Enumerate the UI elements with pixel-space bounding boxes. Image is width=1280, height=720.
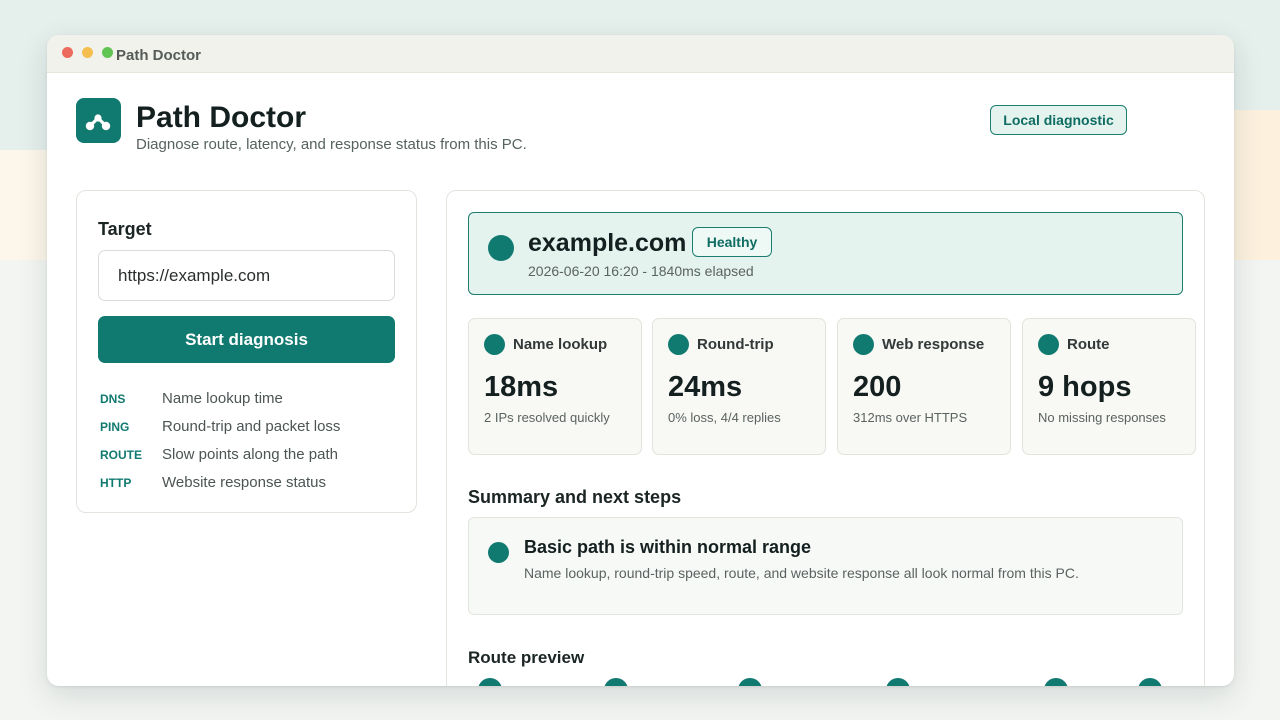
legend-text: Slow points along the path bbox=[162, 446, 338, 463]
target-label: Target bbox=[98, 219, 152, 239]
legend-code: HTTP bbox=[100, 476, 132, 490]
status-card: example.com Healthy 2026-06-20 16:20 - 1… bbox=[468, 212, 1183, 295]
metric-note: No missing responses bbox=[1038, 410, 1166, 425]
route-hop-node[interactable] bbox=[604, 678, 628, 686]
status-host: example.com bbox=[528, 229, 687, 257]
status-indicator-icon bbox=[488, 235, 514, 261]
route-hop-node[interactable] bbox=[1044, 678, 1068, 686]
legend-code: DNS bbox=[100, 392, 126, 406]
maximize-window-button[interactable] bbox=[102, 47, 113, 58]
route-hop-node[interactable] bbox=[478, 678, 502, 686]
target-panel: Target Start diagnosis DNS Name lookup t… bbox=[76, 190, 417, 513]
metric-label: Web response bbox=[882, 336, 985, 353]
app-window: Path Doctor Path Doctor Diagnose route, … bbox=[47, 35, 1234, 686]
start-diagnosis-button[interactable]: Start diagnosis bbox=[98, 316, 395, 363]
close-window-button[interactable] bbox=[62, 47, 73, 58]
legend-item-http: HTTP Website response status bbox=[100, 474, 400, 494]
metric-value: 200 bbox=[853, 371, 902, 403]
metric-label: Route bbox=[1067, 336, 1110, 353]
legend-code: ROUTE bbox=[100, 448, 142, 462]
summary-headline: Basic path is within normal range bbox=[524, 537, 812, 557]
metric-status-icon bbox=[1038, 334, 1059, 355]
window-title: Path Doctor bbox=[116, 47, 202, 64]
metric-card-round-trip: Round-trip 24ms 0% loss, 4/4 replies bbox=[652, 318, 826, 455]
legend-item-route: ROUTE Slow points along the path bbox=[100, 446, 400, 466]
results-panel: example.com Healthy 2026-06-20 16:20 - 1… bbox=[446, 190, 1205, 686]
summary-section-title: Summary and next steps bbox=[468, 487, 682, 507]
metric-value: 9 hops bbox=[1038, 371, 1132, 403]
minimize-window-button[interactable] bbox=[82, 47, 93, 58]
metric-status-icon bbox=[853, 334, 874, 355]
app-name: Path Doctor bbox=[136, 101, 307, 134]
metric-value: 24ms bbox=[668, 371, 743, 403]
app-subtitle: Diagnose route, latency, and response st… bbox=[136, 136, 527, 153]
legend-text: Round-trip and packet loss bbox=[162, 418, 341, 435]
summary-card: Basic path is within normal range Name l… bbox=[468, 517, 1183, 615]
metric-label: Round-trip bbox=[697, 336, 774, 353]
metric-card-route: Route 9 hops No missing responses bbox=[1022, 318, 1196, 455]
status-badge: Healthy bbox=[692, 227, 772, 257]
metric-card-web-response: Web response 200 312ms over HTTPS bbox=[837, 318, 1011, 455]
legend-item-ping: PING Round-trip and packet loss bbox=[100, 418, 400, 438]
legend-item-dns: DNS Name lookup time bbox=[100, 390, 400, 410]
target-url-input[interactable] bbox=[98, 250, 395, 301]
route-hop-node[interactable] bbox=[1138, 678, 1162, 686]
metric-value: 18ms bbox=[484, 371, 559, 403]
route-logo-icon bbox=[76, 98, 121, 143]
metric-note: 312ms over HTTPS bbox=[853, 410, 968, 425]
metric-status-icon bbox=[484, 334, 505, 355]
summary-body: Name lookup, round-trip speed, route, an… bbox=[524, 565, 1079, 581]
metric-label: Name lookup bbox=[513, 336, 608, 353]
metric-card-name-lookup: Name lookup 18ms 2 IPs resolved quickly bbox=[468, 318, 642, 455]
status-meta: 2026-06-20 16:20 - 1840ms elapsed bbox=[528, 263, 754, 279]
legend-text: Name lookup time bbox=[162, 390, 283, 407]
metric-status-icon bbox=[668, 334, 689, 355]
metric-note: 0% loss, 4/4 replies bbox=[668, 410, 781, 425]
metric-note: 2 IPs resolved quickly bbox=[484, 410, 610, 425]
local-diagnostic-badge: Local diagnostic bbox=[990, 105, 1127, 135]
summary-status-icon bbox=[488, 542, 509, 563]
legend-text: Website response status bbox=[162, 474, 326, 491]
route-preview-title: Route preview bbox=[468, 648, 585, 667]
route-hop-node[interactable] bbox=[738, 678, 762, 686]
title-bar: Path Doctor bbox=[47, 35, 1234, 73]
route-hop-node[interactable] bbox=[886, 678, 910, 686]
legend-code: PING bbox=[100, 420, 130, 434]
